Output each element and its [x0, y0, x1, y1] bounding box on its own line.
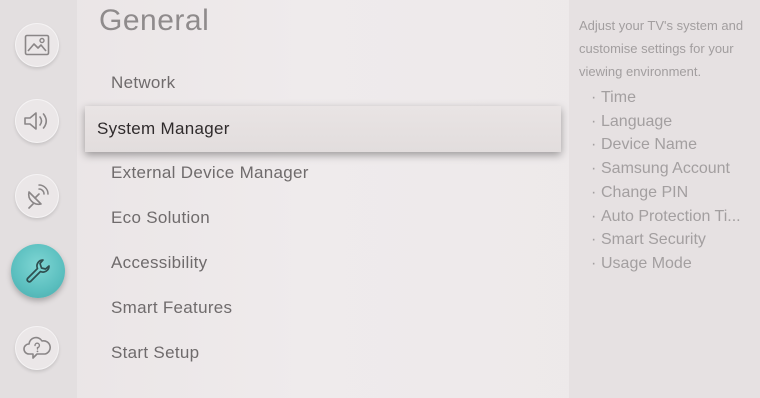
list-item: · Smart Security — [591, 228, 759, 252]
bullet: · — [591, 112, 597, 130]
info-panel: Adjust your TV's system and customise se… — [569, 0, 760, 398]
category-rail — [0, 0, 77, 398]
list-item-label: Auto Protection Ti... — [601, 207, 741, 225]
bullet: · — [591, 254, 597, 272]
tv-settings-screen: General Network System Manager External … — [0, 0, 760, 398]
rail-broadcasting-button[interactable] — [15, 174, 59, 218]
bullet: · — [591, 136, 597, 154]
list-item-label: Change PIN — [601, 183, 689, 201]
list-item-label: Device Name — [601, 136, 698, 154]
menu-item-smart-features[interactable]: Smart Features — [111, 298, 232, 318]
sound-icon — [23, 110, 51, 132]
menu-item-start-setup[interactable]: Start Setup — [111, 343, 199, 363]
list-item: · Device Name — [591, 133, 759, 157]
list-item: · Change PIN — [591, 181, 759, 205]
support-icon — [23, 336, 51, 360]
bullet: · — [591, 231, 597, 249]
menu-item-external-device-manager[interactable]: External Device Manager — [111, 163, 309, 183]
bullet: · — [591, 89, 597, 106]
list-item-label: Language — [601, 112, 673, 130]
rail-picture-button[interactable] — [15, 23, 59, 67]
wrench-icon — [23, 256, 53, 286]
list-item: · Auto Protection Ti... — [591, 205, 759, 229]
list-item-label: Smart Security — [601, 231, 706, 249]
rail-sound-button[interactable] — [15, 99, 59, 143]
list-item: · Samsung Account — [591, 157, 759, 181]
panel-description: Adjust your TV's system and customise se… — [579, 18, 744, 79]
menu-title: General — [99, 4, 210, 37]
menu-item-system-manager[interactable]: System Manager — [85, 106, 561, 152]
broadcasting-icon — [24, 183, 50, 209]
list-item-label: Samsung Account — [601, 160, 730, 178]
menu-item-accessibility[interactable]: Accessibility — [111, 253, 207, 273]
list-item-label: Time — [601, 89, 636, 106]
list-item-label: Usage Mode — [601, 254, 692, 272]
list-item: · Time — [591, 86, 759, 110]
menu-item-network[interactable]: Network — [111, 73, 175, 93]
rail-support-button[interactable] — [15, 326, 59, 370]
submenu-preview-list: · Time · Language · Device Name · Samsung Ac… — [591, 86, 759, 276]
list-item: · Usage Mode — [591, 252, 759, 276]
list-item: · Language — [591, 110, 759, 134]
picture-icon — [24, 34, 50, 56]
bullet: · — [591, 183, 597, 201]
bullet: · — [591, 207, 597, 225]
general-menu: General Network System Manager External … — [77, 0, 569, 398]
rail-general-button[interactable] — [11, 244, 65, 298]
menu-item-eco-solution[interactable]: Eco Solution — [111, 208, 210, 228]
bullet: · — [591, 160, 597, 178]
